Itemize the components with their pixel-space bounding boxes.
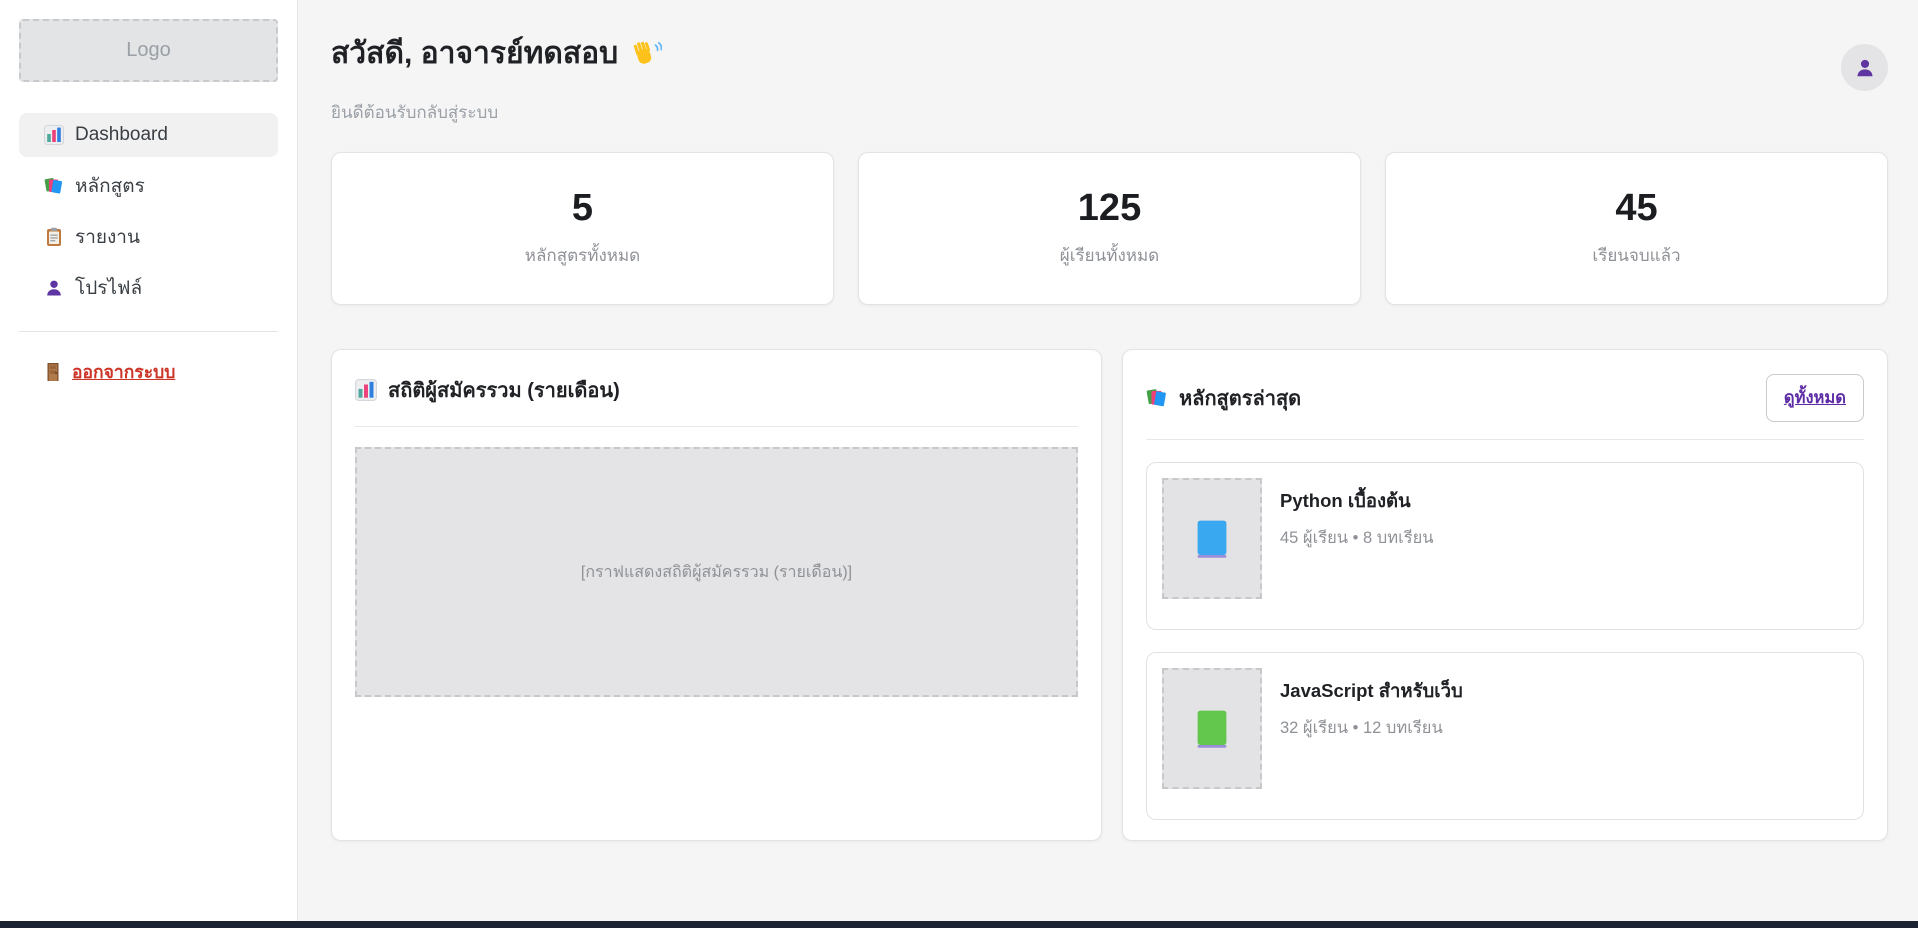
greeting-block: สวัสดี, อาจารย์ทดสอบ ยินดีต้อนรับก (331, 30, 662, 126)
chart-panel-header: สถิติผู้สมัครรวม (รายเดือน) (355, 374, 1078, 406)
panels-row: สถิติผู้สมัครรวม (รายเดือน) [กราฟแสดงสถิ… (331, 349, 1888, 841)
logo-text: Logo (126, 39, 171, 62)
course-thumbnail (1162, 478, 1262, 599)
logo-placeholder: Logo (19, 19, 278, 82)
latest-courses-panel: หลักสูตรล่าสุด ดูทั้งหมด Python เบื้องต้… (1122, 349, 1888, 841)
user-avatar[interactable] (1841, 44, 1888, 91)
chart-panel-title-text: สถิติผู้สมัครรวม (รายเดือน) (388, 374, 620, 406)
stat-card-completed: 45 เรียนจบแล้ว (1385, 152, 1888, 305)
sidebar-item-dashboard[interactable]: Dashboard (19, 113, 278, 157)
green-book-icon (1196, 709, 1228, 749)
courses-panel-header: หลักสูตรล่าสุด ดูทั้งหมด (1146, 374, 1864, 422)
course-title: JavaScript สำหรับเว็บ (1280, 677, 1463, 706)
courses-panel-title-text: หลักสูตรล่าสุด (1179, 382, 1301, 414)
greeting-text: สวัสดี, อาจารย์ทดสอบ (331, 30, 618, 77)
page-title: สวัสดี, อาจารย์ทดสอบ (331, 30, 662, 77)
clipboard-icon (44, 227, 64, 247)
course-title: Python เบื้องต้น (1280, 487, 1434, 516)
stat-card-total-learners: 125 ผู้เรียนทั้งหมด (858, 152, 1361, 305)
bar-chart-icon (44, 125, 64, 145)
blue-book-icon (1196, 519, 1228, 559)
course-meta: 32 ผู้เรียน • 12 บทเรียน (1280, 715, 1463, 741)
course-meta: 45 ผู้เรียน • 8 บทเรียน (1280, 525, 1434, 551)
sidebar-item-reports[interactable]: รายงาน (19, 215, 278, 259)
enrollment-stats-panel: สถิติผู้สมัครรวม (รายเดือน) [กราฟแสดงสถิ… (331, 349, 1102, 841)
sidebar-item-label: รายงาน (75, 222, 140, 252)
course-thumbnail (1162, 668, 1262, 789)
stat-label: ผู้เรียนทั้งหมด (1060, 242, 1159, 269)
view-all-button[interactable]: ดูทั้งหมด (1766, 374, 1864, 422)
course-item-python[interactable]: Python เบื้องต้น 45 ผู้เรียน • 8 บทเรียน (1146, 462, 1864, 630)
sidebar: Logo Dashboard หลักสูตร (0, 0, 298, 921)
course-item-javascript[interactable]: JavaScript สำหรับเว็บ 32 ผู้เรียน • 12 บ… (1146, 652, 1864, 820)
stat-card-total-courses: 5 หลักสูตรทั้งหมด (331, 152, 834, 305)
waving-hand-icon (630, 39, 662, 69)
sidebar-nav: Dashboard หลักสูตร รา (19, 113, 278, 310)
books-icon (44, 176, 64, 196)
panel-divider (355, 426, 1078, 427)
avatar-person-icon (1854, 57, 1876, 79)
stats-row: 5 หลักสูตรทั้งหมด 125 ผู้เรียนทั้งหมด 45… (331, 152, 1888, 305)
topbar: สวัสดี, อาจารย์ทดสอบ ยินดีต้อนรับก (331, 30, 1888, 126)
welcome-subtitle: ยินดีต้อนรับกลับสู่ระบบ (331, 99, 662, 126)
sidebar-item-label: หลักสูตร (75, 171, 145, 201)
panel-divider (1146, 439, 1864, 440)
stat-label: หลักสูตรทั้งหมด (525, 242, 640, 269)
window-bottom-edge (0, 921, 1918, 928)
stat-label: เรียนจบแล้ว (1592, 242, 1680, 269)
sidebar-item-profile[interactable]: โปรไฟล์ (19, 266, 278, 310)
main-content: สวัสดี, อาจารย์ทดสอบ ยินดีต้อนรับก (299, 0, 1918, 841)
door-icon (44, 362, 62, 382)
stat-value: 5 (572, 188, 593, 230)
chart-placeholder: [กราฟแสดงสถิติผู้สมัครรวม (รายเดือน)] (355, 447, 1078, 697)
logout-label: ออกจากระบบ (72, 358, 175, 386)
books-icon (1146, 387, 1168, 409)
course-info: JavaScript สำหรับเว็บ 32 ผู้เรียน • 12 บ… (1280, 668, 1463, 804)
sidebar-divider (19, 331, 278, 332)
chart-placeholder-text: [กราฟแสดงสถิติผู้สมัครรวม (รายเดือน)] (581, 560, 852, 585)
stat-value: 45 (1615, 188, 1657, 230)
courses-panel-title: หลักสูตรล่าสุด (1146, 382, 1301, 414)
bar-chart-icon (355, 379, 377, 401)
person-icon (44, 278, 64, 298)
chart-panel-title: สถิติผู้สมัครรวม (รายเดือน) (355, 374, 620, 406)
course-info: Python เบื้องต้น 45 ผู้เรียน • 8 บทเรียน (1280, 478, 1434, 614)
sidebar-item-label: Dashboard (75, 124, 168, 146)
sidebar-item-label: โปรไฟล์ (75, 273, 142, 303)
stat-value: 125 (1078, 188, 1141, 230)
app-screen: Logo Dashboard หลักสูตร (0, 0, 1918, 928)
sidebar-item-courses[interactable]: หลักสูตร (19, 164, 278, 208)
logout-link[interactable]: ออกจากระบบ (44, 358, 175, 386)
